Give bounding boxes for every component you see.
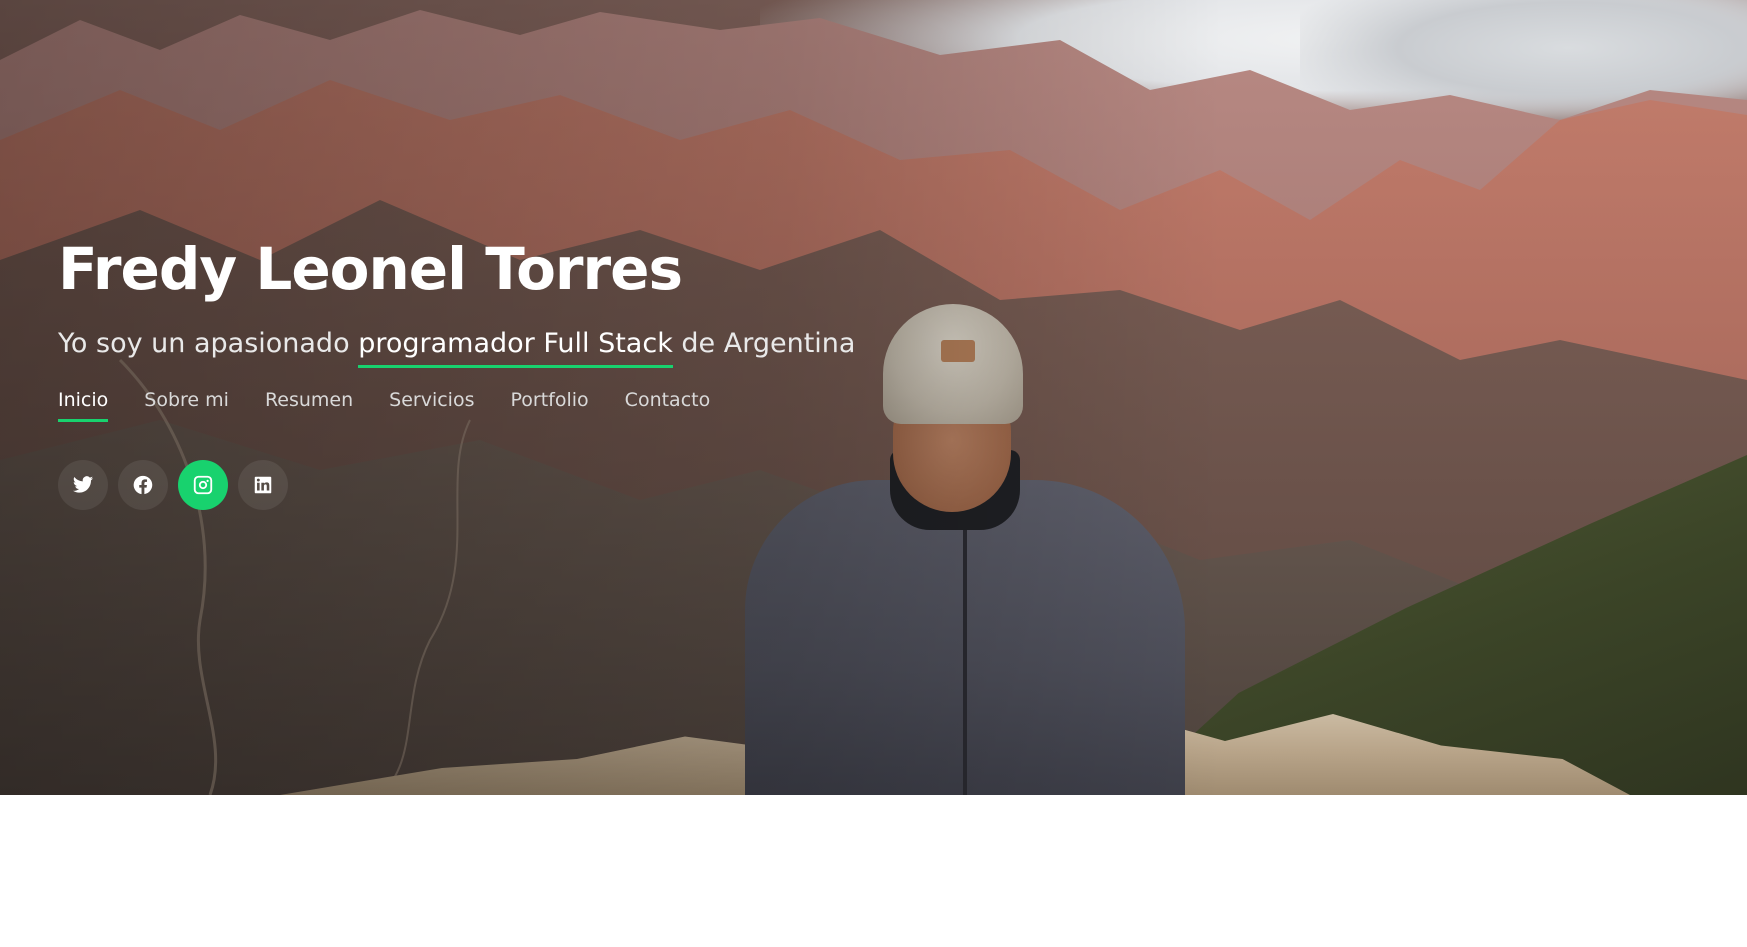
nav-contacto[interactable]: Contacto <box>625 389 711 422</box>
linkedin-button[interactable] <box>238 460 288 510</box>
instagram-icon <box>193 475 213 495</box>
main-nav: Inicio Sobre mi Resumen Servicios Portfo… <box>58 389 855 422</box>
hero-tagline: Yo soy un apasionado programador Full St… <box>58 328 856 368</box>
tagline-suffix: de Argentina <box>672 328 856 359</box>
tagline-highlight: programador Full Stack <box>358 328 673 368</box>
social-links <box>58 460 855 510</box>
nav-portfolio[interactable]: Portfolio <box>511 389 589 422</box>
hero-content: Fredy Leonel Torres Yo soy un apasionado… <box>58 240 855 510</box>
hero-section: Fredy Leonel Torres Yo soy un apasionado… <box>0 0 1747 795</box>
nav-servicios[interactable]: Servicios <box>389 389 474 422</box>
linkedin-icon <box>254 476 272 494</box>
nav-sobre-mi[interactable]: Sobre mi <box>144 389 229 422</box>
twitter-icon <box>72 476 94 493</box>
twitter-button[interactable] <box>58 460 108 510</box>
nav-inicio[interactable]: Inicio <box>58 389 109 422</box>
nav-resumen[interactable]: Resumen <box>265 389 353 422</box>
hero-name: Fredy Leonel Torres <box>58 235 683 303</box>
facebook-button[interactable] <box>118 460 168 510</box>
tagline-prefix: Yo soy un apasionado <box>58 328 359 359</box>
instagram-button[interactable] <box>178 460 228 510</box>
facebook-icon <box>133 475 153 495</box>
